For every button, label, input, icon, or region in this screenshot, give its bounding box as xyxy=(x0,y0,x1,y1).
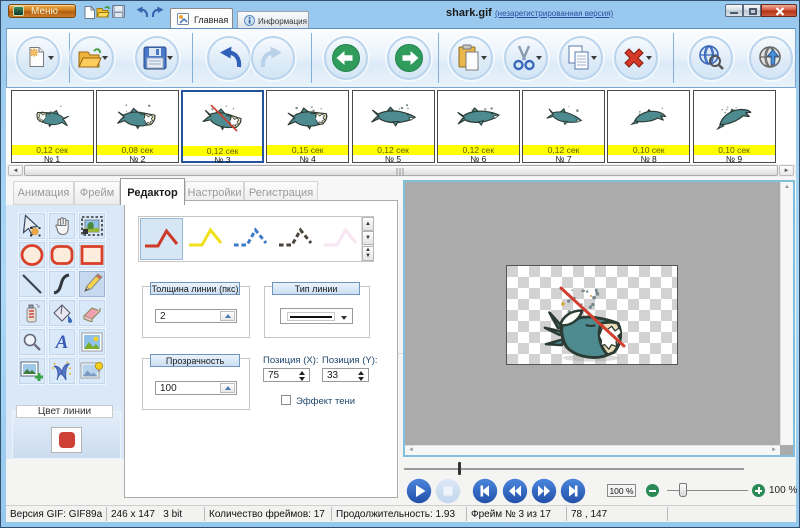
svg-text:A: A xyxy=(55,332,69,352)
